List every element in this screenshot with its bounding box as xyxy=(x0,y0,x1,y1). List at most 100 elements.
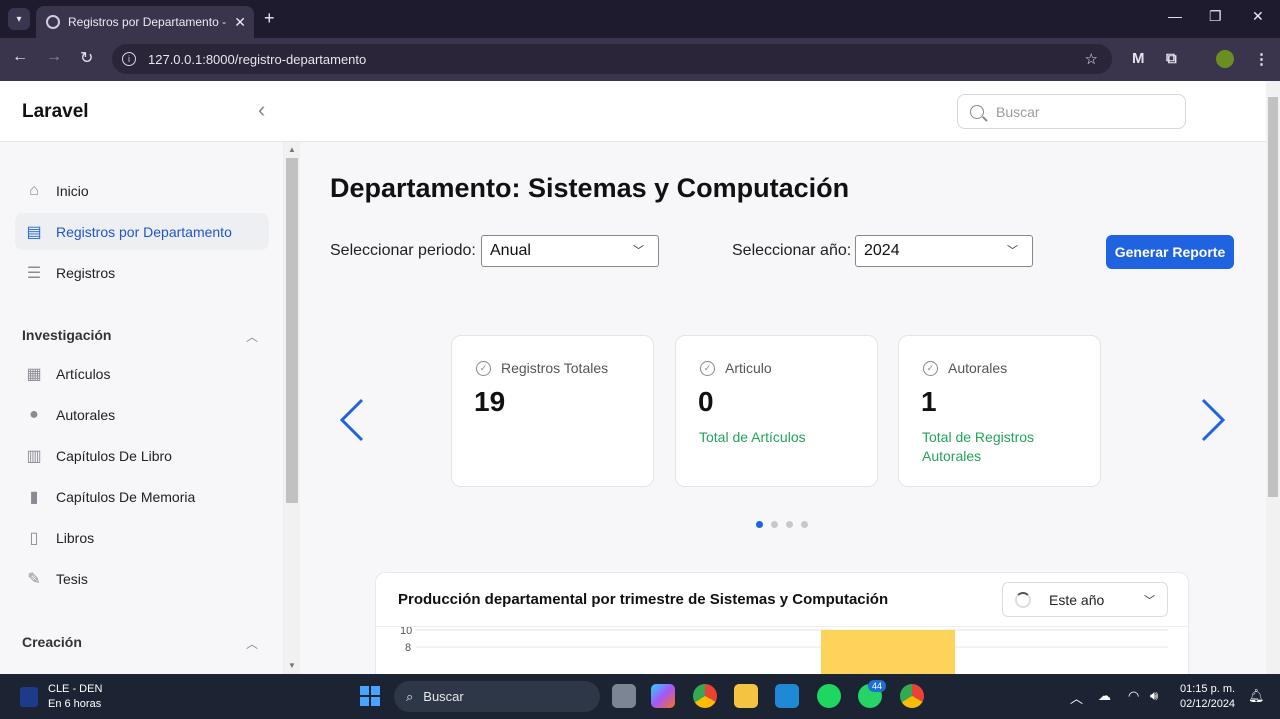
sidebar-item-registros-departamento[interactable]: ▤ Registros por Departamento xyxy=(15,213,269,250)
sidebar-item-capitulos-libro[interactable]: ▥ Capítulos De Libro xyxy=(15,437,269,474)
windows-start-icon[interactable] xyxy=(360,686,380,706)
sidebar-item-libros[interactable]: ▯ Libros xyxy=(15,519,269,556)
notification-bell-icon[interactable]: 🔔︎ xyxy=(1248,688,1265,704)
card-value: 0 xyxy=(698,386,714,417)
reload-icon[interactable]: ↻ xyxy=(80,48,93,68)
sidebar-item-registros[interactable]: ☰ Registros xyxy=(15,254,269,291)
search-icon xyxy=(970,104,984,119)
sidebar-item-label: Registros por Departamento xyxy=(56,223,232,240)
document-icon: ▤ xyxy=(26,223,42,241)
year-label: Seleccionar año: xyxy=(732,242,852,259)
minimize-icon[interactable]: — xyxy=(1168,8,1182,24)
news-widget[interactable]: CLE - DEN En 6 horas xyxy=(20,682,102,712)
bookmark-star-icon[interactable]: ☆ xyxy=(1085,50,1098,68)
newspaper-icon: ▦ xyxy=(26,365,42,383)
restore-icon[interactable]: ❐ xyxy=(1209,8,1222,25)
chevron-up-icon[interactable]: ︿ xyxy=(246,328,258,345)
sidebar-item-capitulos-memoria[interactable]: ▮ Capítulos De Memoria xyxy=(15,478,269,515)
carousel-dot[interactable] xyxy=(786,521,793,528)
page-scrollbar[interactable] xyxy=(1266,81,1280,674)
sidebar-item-label: Tesis xyxy=(56,570,88,587)
sidebar-item-autorales[interactable]: ● Autorales xyxy=(15,396,269,433)
forward-icon[interactable]: → xyxy=(46,48,62,66)
wifi-icon[interactable]: ◠ xyxy=(1128,688,1139,704)
carousel-prev-icon[interactable] xyxy=(338,398,368,442)
onedrive-icon[interactable]: ☁ xyxy=(1098,688,1111,704)
copilot-icon[interactable] xyxy=(651,684,675,708)
section-creacion[interactable]: Creación xyxy=(22,634,82,650)
file-explorer-icon[interactable] xyxy=(734,684,758,708)
page-scroll-thumb[interactable] xyxy=(1268,97,1278,497)
search-icon: ⌕ xyxy=(406,688,414,704)
site-info-icon[interactable]: i xyxy=(122,52,136,66)
sidebar: ⌂ Inicio ▤ Registros por Departamento ☰ … xyxy=(0,142,284,674)
sidebar-scrollbar[interactable]: ▲ ▼ xyxy=(284,142,300,674)
widget-line2: En 6 horas xyxy=(48,698,102,710)
chevron-down-icon: ﹀ xyxy=(1144,594,1155,607)
spotify-icon[interactable] xyxy=(817,684,841,708)
tray-chevron-icon[interactable]: ︿ xyxy=(1070,688,1083,707)
range-select[interactable]: Este año ﹀ xyxy=(1002,582,1168,617)
carousel-dot[interactable] xyxy=(756,521,763,528)
new-tab-icon[interactable]: + xyxy=(264,8,275,29)
tab-close-icon[interactable]: ✕ xyxy=(234,14,246,31)
omnibox[interactable]: i 127.0.0.1:8000/registro-departamento ☆ xyxy=(112,44,1112,74)
volume-icon[interactable]: 🔊︎ xyxy=(1150,688,1158,704)
search-box[interactable] xyxy=(957,94,1186,129)
taskbar-search[interactable]: ⌕ Buscar xyxy=(394,681,600,712)
task-view-icon[interactable] xyxy=(612,684,636,708)
chevron-down-icon: ﹀ xyxy=(633,245,644,257)
carousel-next-icon[interactable] xyxy=(1197,398,1227,442)
sidebar-item-label: Inicio xyxy=(56,182,89,199)
app-header: Laravel ‹ xyxy=(0,81,1266,142)
year-select[interactable]: 2024 ﹀ xyxy=(855,235,1033,267)
chevron-up-icon[interactable]: ︿ xyxy=(246,635,258,652)
carousel-dot[interactable] xyxy=(801,521,808,528)
search-input[interactable] xyxy=(996,103,1166,120)
scroll-down-icon[interactable]: ▼ xyxy=(288,661,296,670)
stack-icon: ☰ xyxy=(26,264,42,282)
sidebar-scroll-thumb[interactable] xyxy=(286,158,298,503)
sidebar-item-inicio[interactable]: ⌂ Inicio xyxy=(15,172,269,209)
system-clock[interactable]: 01:15 p. m. 02/12/2024 xyxy=(1180,682,1235,712)
chrome-profile-icon[interactable] xyxy=(900,684,924,708)
period-select[interactable]: Anual ﹀ xyxy=(481,235,659,267)
chrome-icon[interactable] xyxy=(693,684,717,708)
sidebar-item-label: Registros xyxy=(56,264,116,281)
extension-m-icon[interactable]: M xyxy=(1132,50,1145,67)
taskbar-search-label: Buscar xyxy=(423,689,464,704)
sidebar-item-label: Artículos xyxy=(56,365,111,382)
generate-report-button[interactable]: Generar Reporte xyxy=(1106,235,1234,269)
section-investigacion[interactable]: Investigación xyxy=(22,327,111,343)
extensions-puzzle-icon[interactable]: ⧉ xyxy=(1166,50,1177,67)
browser-menu-icon[interactable]: ⋮ xyxy=(1254,50,1269,68)
y-tick-label: 8 xyxy=(405,642,411,654)
sidebar-item-articulos[interactable]: ▦ Artículos xyxy=(15,355,269,392)
check-circle-icon: ✓ xyxy=(923,360,938,376)
sidebar-item-label: Autorales xyxy=(56,406,116,423)
stat-card-registros-totales: ✓ Registros Totales 19 xyxy=(451,335,654,487)
brand-logo[interactable]: Laravel xyxy=(22,101,89,123)
sidebar-item-label: Capítulos De Libro xyxy=(56,447,172,464)
card-subtitle: Total de Artículos xyxy=(699,429,806,445)
close-window-icon[interactable]: ✕ xyxy=(1252,8,1264,25)
vscode-icon[interactable] xyxy=(775,684,799,708)
tab-search-dropdown-icon[interactable]: ▾ xyxy=(8,8,30,30)
profile-avatar[interactable] xyxy=(1216,50,1234,68)
scroll-up-icon[interactable]: ▲ xyxy=(288,145,296,154)
bookmark-icon: ▯ xyxy=(29,529,39,547)
user-icon: ● xyxy=(29,405,39,423)
back-icon[interactable]: ← xyxy=(12,48,28,66)
widget-line1: CLE - DEN xyxy=(48,683,103,695)
card-title: Articulo xyxy=(725,360,772,376)
stat-card-autorales: ✓ Autorales 1 Total de Registros Autorale… xyxy=(898,335,1101,487)
collapse-sidebar-icon[interactable]: ‹ xyxy=(258,97,265,123)
range-value: Este año xyxy=(1049,591,1105,608)
main-content: Departamento: Sistemas y Computación Sel… xyxy=(300,142,1266,674)
carousel-dot[interactable] xyxy=(771,521,778,528)
windows-taskbar: CLE - DEN En 6 horas ⌕ Buscar 44 ︿ ☁ ◠ 🔊… xyxy=(0,674,1280,719)
check-circle-icon: ✓ xyxy=(700,360,715,376)
browser-tab[interactable]: Registros por Departamento - L ✕ xyxy=(36,6,254,38)
sidebar-item-tesis[interactable]: ✎ Tesis xyxy=(15,560,269,597)
clock-date: 02/12/2024 xyxy=(1180,698,1236,710)
